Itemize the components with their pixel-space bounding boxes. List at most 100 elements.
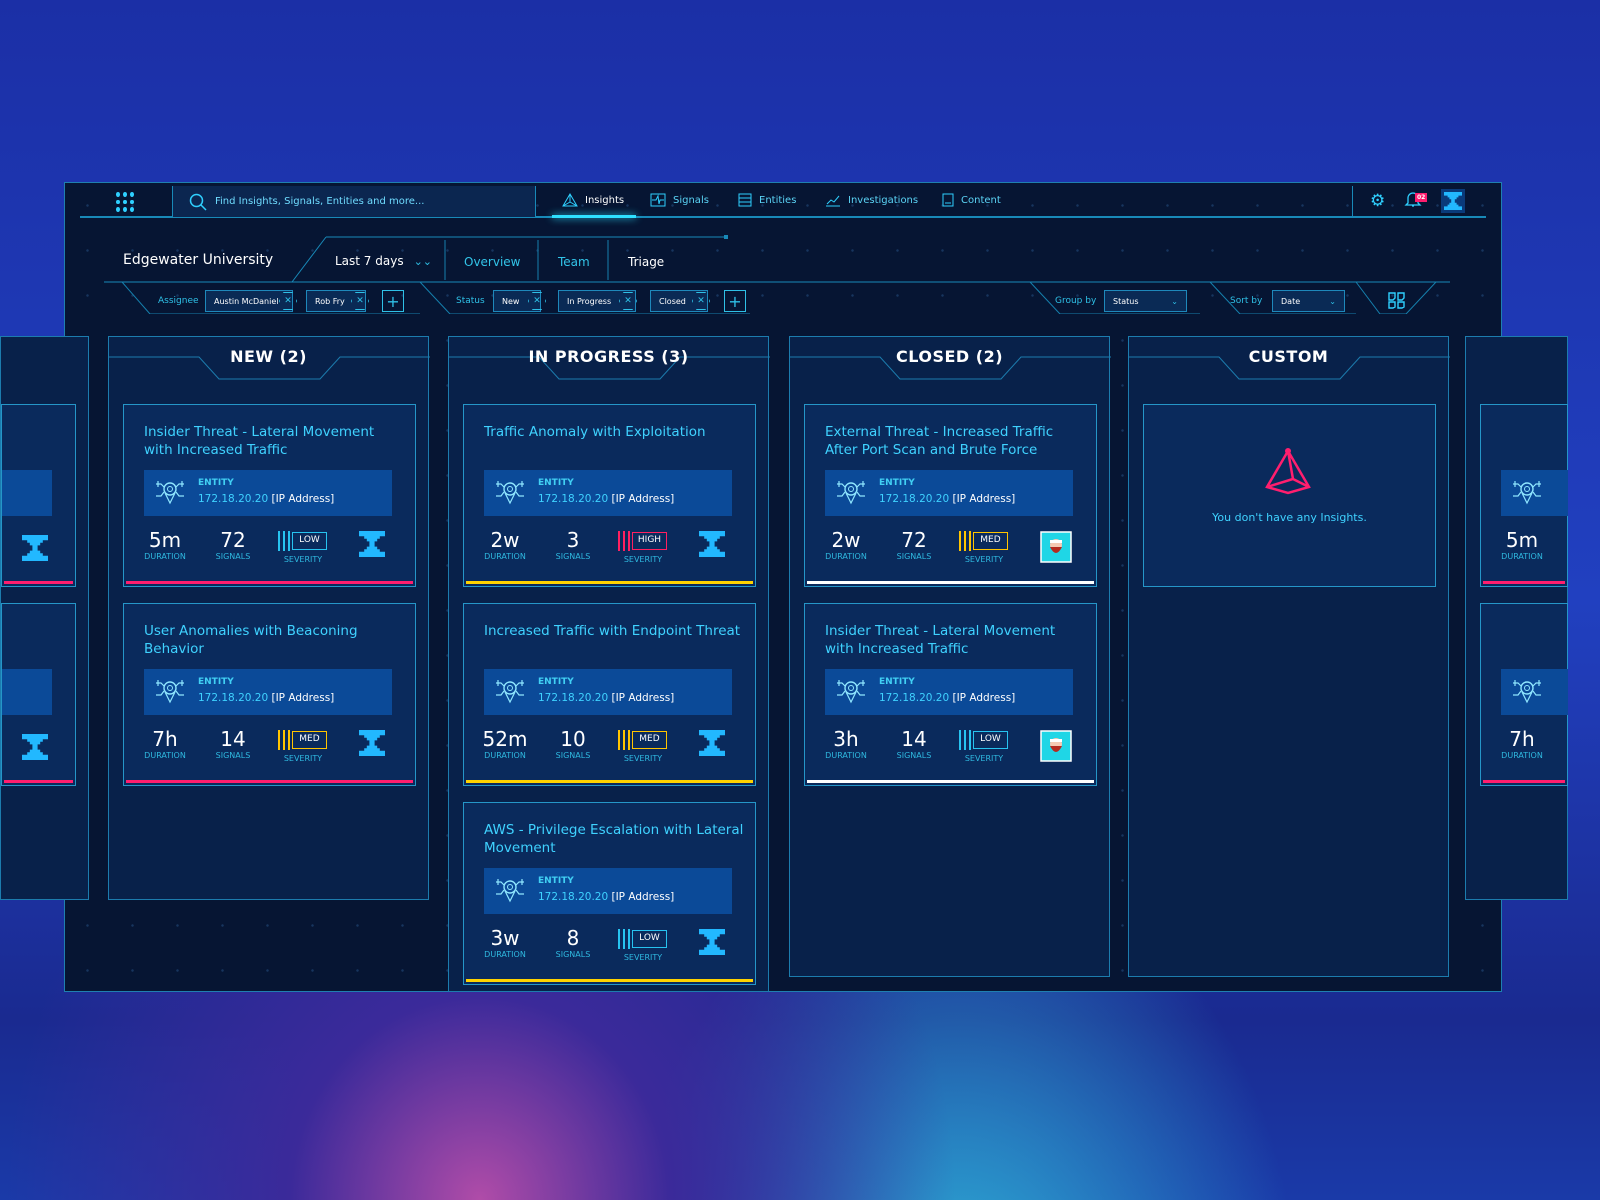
entity-box xyxy=(2,470,52,516)
insight-card[interactable]: Traffic Anomaly with Exploitation ENTITY… xyxy=(463,404,756,587)
logo-icon xyxy=(699,531,725,557)
entity-location-icon xyxy=(837,481,865,505)
insight-title[interactable]: Traffic Anomaly with Exploitation xyxy=(484,423,744,441)
severity-badge: MED xyxy=(632,731,667,749)
column-new: NEW (2) Insider Threat - Lateral Movemen… xyxy=(108,336,430,900)
entity-box[interactable]: ENTITY 172.18.20.20 [IP Address] xyxy=(484,868,732,914)
insight-title[interactable]: Increased Traffic with Endpoint Threat xyxy=(484,622,744,640)
entity-box[interactable]: ENTITY 172.18.20.20 [IP Address] xyxy=(825,470,1073,516)
group-by-select[interactable]: Status ⌄ xyxy=(1104,290,1187,312)
notifications-button[interactable]: 02 xyxy=(1404,190,1428,212)
logo-icon xyxy=(22,734,48,760)
apps-grid-icon[interactable] xyxy=(116,192,136,212)
insight-card[interactable]: Increased Traffic with Endpoint Threat E… xyxy=(463,603,756,786)
tab-overview[interactable]: Overview xyxy=(464,255,521,269)
tab-team[interactable]: Team xyxy=(558,255,590,269)
partial-insight-card[interactable] xyxy=(1,404,76,587)
partial-insight-card[interactable]: 5m DURATION xyxy=(1480,404,1568,587)
add-assignee-button[interactable]: + xyxy=(382,290,404,312)
sort-by-select[interactable]: Date ⌄ xyxy=(1272,290,1345,312)
entity-ip: 172.18.20.20 xyxy=(538,493,609,505)
entity-type: [IP Address] xyxy=(952,692,1016,704)
sort-by-value: Date xyxy=(1281,296,1301,306)
insight-title[interactable]: Insider Threat - Lateral Movement with I… xyxy=(825,622,1085,658)
entity-type: [IP Address] xyxy=(611,493,675,505)
severity-label: SEVERITY xyxy=(623,754,663,763)
signals-value: 72 xyxy=(901,528,927,552)
chevron-down-icon: ⌄ xyxy=(1171,296,1178,306)
severity-badge: LOW xyxy=(292,532,327,550)
column-closed: CLOSED (2) External Threat - Increased T… xyxy=(789,336,1111,977)
entity-box[interactable]: ENTITY 172.18.20.20 [IP Address] xyxy=(484,470,732,516)
insight-title[interactable]: User Anomalies with Beaconing Behavior xyxy=(144,622,404,658)
search-icon xyxy=(189,193,207,211)
nav-tab-content[interactable]: Content xyxy=(942,193,1001,207)
signals-label: SIGNALS xyxy=(555,751,591,760)
status-bar xyxy=(126,581,413,584)
add-status-button[interactable]: + xyxy=(724,290,746,312)
settings-gear-icon[interactable]: ⚙ xyxy=(1370,191,1385,211)
partial-insight-card[interactable]: 7h DURATION xyxy=(1480,603,1568,786)
nav-label: Content xyxy=(961,194,1001,206)
assignee-avatar[interactable] xyxy=(1040,730,1072,762)
user-logo-button[interactable] xyxy=(1441,189,1465,213)
duration-value: 3w xyxy=(490,926,520,950)
severity-bars-icon xyxy=(959,531,971,551)
nav-tab-signals[interactable]: Signals xyxy=(650,193,709,207)
entity-box[interactable]: ENTITY 172.18.20.20 [IP Address] xyxy=(144,470,392,516)
date-range-dropdown[interactable]: Last 7 days ⌄⌄ xyxy=(335,254,432,268)
nav-tab-investigations[interactable]: Investigations xyxy=(825,193,918,207)
grid-view-icon[interactable] xyxy=(1388,292,1405,309)
duration-value: 52m xyxy=(482,727,528,751)
search-input[interactable]: Find Insights, Signals, Entities and mor… xyxy=(172,186,536,217)
assignee-logo[interactable] xyxy=(359,531,391,563)
entity-ip: 172.18.20.20 xyxy=(879,493,950,505)
entity-box[interactable]: ENTITY 172.18.20.20 [IP Address] xyxy=(484,669,732,715)
entity-ip: 172.18.20.20 xyxy=(198,493,269,505)
insight-title[interactable]: External Threat - Increased Traffic Afte… xyxy=(825,423,1085,459)
tab-triage[interactable]: Triage xyxy=(628,255,664,269)
assignee-logo[interactable] xyxy=(699,730,731,762)
empty-message: You don't have any Insights. xyxy=(1212,511,1367,524)
severity-bars-icon xyxy=(959,730,971,750)
nav-tab-entities[interactable]: Entities xyxy=(738,193,796,207)
status-label: Status xyxy=(456,296,485,306)
insight-card[interactable]: User Anomalies with Beaconing Behavior E… xyxy=(123,603,416,786)
entity-box[interactable]: ENTITY 172.18.20.20 [IP Address] xyxy=(144,669,392,715)
assignee-logo[interactable] xyxy=(699,531,731,563)
insight-card[interactable]: External Threat - Increased Traffic Afte… xyxy=(804,404,1097,587)
insight-title[interactable]: Insider Threat - Lateral Movement with I… xyxy=(144,423,404,459)
group-by-label: Group by xyxy=(1055,296,1097,306)
notification-badge: 02 xyxy=(1415,193,1428,202)
duration-label: DURATION xyxy=(484,950,526,959)
active-tab-indicator xyxy=(552,215,636,218)
search-placeholder: Find Insights, Signals, Entities and mor… xyxy=(215,196,425,207)
severity-label: SEVERITY xyxy=(623,953,663,962)
status-bar xyxy=(466,780,753,783)
insight-card[interactable]: Insider Threat - Lateral Movement with I… xyxy=(123,404,416,587)
signals-value: 10 xyxy=(560,727,586,751)
avatar-icon xyxy=(1040,531,1072,563)
assignee-logo[interactable] xyxy=(699,929,731,961)
duration-label: DURATION xyxy=(825,751,867,760)
severity-bars-icon xyxy=(278,730,290,750)
nav-tab-insights[interactable]: Insights xyxy=(562,193,624,207)
insight-card[interactable]: AWS - Privilege Escalation with Lateral … xyxy=(463,802,756,985)
logo-icon xyxy=(699,929,725,955)
signals-label: SIGNALS xyxy=(555,552,591,561)
severity-label: SEVERITY xyxy=(964,555,1004,564)
severity-badge: HIGH xyxy=(632,532,667,550)
entity-ip: 172.18.20.20 xyxy=(538,891,609,903)
signals-value: 8 xyxy=(566,926,580,950)
status-bar xyxy=(4,581,73,584)
insight-title[interactable]: AWS - Privilege Escalation with Lateral … xyxy=(484,821,744,857)
entity-location-icon xyxy=(156,481,184,505)
assignee-avatar[interactable] xyxy=(1040,531,1072,563)
logo-icon xyxy=(1444,192,1462,210)
entity-box[interactable]: ENTITY 172.18.20.20 [IP Address] xyxy=(825,669,1073,715)
entity-location-icon xyxy=(496,879,524,903)
insight-card[interactable]: Insider Threat - Lateral Movement with I… xyxy=(804,603,1097,786)
assignee-logo[interactable] xyxy=(359,730,391,762)
column-title: CUSTOM xyxy=(1248,347,1329,366)
partial-insight-card[interactable] xyxy=(1,603,76,786)
